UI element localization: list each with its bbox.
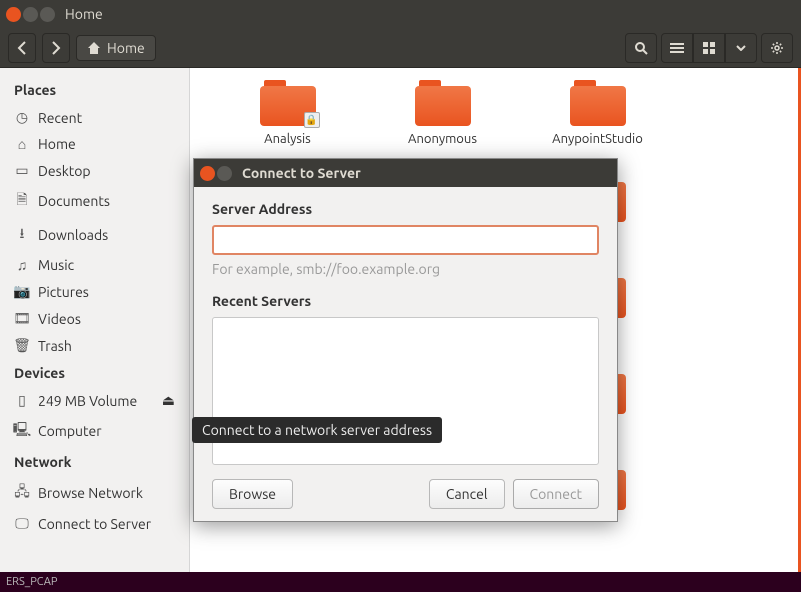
places-heading: Places xyxy=(0,76,189,104)
view-menu-button[interactable] xyxy=(725,33,757,63)
view-grid-button[interactable] xyxy=(693,33,725,63)
clock-icon: ◷ xyxy=(14,109,30,126)
chevron-left-icon xyxy=(17,41,27,55)
window-maximize-button[interactable] xyxy=(40,7,55,22)
folder-item[interactable]: Anonymous xyxy=(365,80,520,146)
sidebar-item-label: Computer xyxy=(38,423,102,439)
network-heading: Network xyxy=(0,448,189,476)
sidebar-item-label: Documents xyxy=(38,193,110,209)
sidebar-item-label: Pictures xyxy=(38,284,89,300)
sidebar: Places ◷ Recent ⌂ Home ▭ Desktop 🗎 Documents… xyxy=(0,68,190,572)
folder-label: Anonymous xyxy=(408,132,477,146)
dialog-minimize-button[interactable] xyxy=(217,166,232,181)
download-icon: ⭳ xyxy=(14,223,30,247)
dialog-close-button[interactable] xyxy=(200,166,215,181)
breadcrumb-label: Home xyxy=(107,40,145,56)
sidebar-item-label: Recent xyxy=(38,110,82,126)
folder-label: Analysis xyxy=(264,132,311,146)
settings-button[interactable] xyxy=(761,33,793,63)
folder-icon: 🔒 xyxy=(260,80,316,126)
document-icon: 🗎 xyxy=(14,189,30,213)
home-icon: ⌂ xyxy=(14,136,30,152)
folder-icon xyxy=(570,80,626,126)
sidebar-item-downloads[interactable]: ⭳ Downloads xyxy=(0,218,189,252)
sidebar-item-videos[interactable]: 🎞 Videos xyxy=(0,305,189,332)
search-icon xyxy=(634,41,648,55)
computer-icon: 🖳 xyxy=(14,419,30,443)
sidebar-item-home[interactable]: ⌂ Home xyxy=(0,131,189,157)
server-address-label: Server Address xyxy=(212,201,599,217)
cancel-button[interactable]: Cancel xyxy=(429,479,505,509)
search-button[interactable] xyxy=(625,33,657,63)
back-button[interactable] xyxy=(8,33,36,63)
recent-servers-label: Recent Servers xyxy=(212,293,599,309)
devices-heading: Devices xyxy=(0,359,189,387)
bottombar-text: ERS_PCAP xyxy=(6,576,58,588)
eject-icon[interactable]: ⏏ xyxy=(162,392,175,409)
server-address-input[interactable] xyxy=(212,225,599,255)
lock-icon: 🔒 xyxy=(304,112,320,128)
home-icon xyxy=(87,41,101,55)
server-address-hint: For example, smb://foo.example.org xyxy=(212,261,599,277)
sidebar-item-pictures[interactable]: 📷 Pictures xyxy=(0,278,189,305)
sidebar-item-label: 249 MB Volume xyxy=(38,393,137,409)
folder-icon xyxy=(415,80,471,126)
camera-icon: 📷 xyxy=(14,283,30,300)
sidebar-item-recent[interactable]: ◷ Recent xyxy=(0,104,189,131)
folder-item[interactable]: AnypointStudio xyxy=(520,80,675,146)
bottombar: ERS_PCAP xyxy=(0,572,801,592)
list-icon xyxy=(670,42,684,54)
chevron-right-icon xyxy=(51,41,61,55)
dialog-titlebar: Connect to Server xyxy=(194,159,617,187)
view-list-button[interactable] xyxy=(661,33,693,63)
connect-server-dialog: Connect to Server Server Address For exa… xyxy=(193,158,618,522)
sidebar-item-label: Music xyxy=(38,257,74,273)
sidebar-item-music[interactable]: ♫ Music xyxy=(0,252,189,278)
trash-icon: 🗑 xyxy=(14,337,30,354)
grid-icon xyxy=(703,42,715,54)
folder-item[interactable]: 🔒 Analysis xyxy=(210,80,365,146)
sidebar-item-label: Connect to Server xyxy=(38,516,151,532)
dialog-window-controls xyxy=(200,166,232,181)
sidebar-item-label: Videos xyxy=(38,311,81,327)
sidebar-item-browse-network[interactable]: 🖧 Browse Network xyxy=(0,476,189,510)
window-titlebar: Home xyxy=(0,0,801,28)
desktop-icon: ▭ xyxy=(14,162,30,179)
toolbar: Home xyxy=(0,28,801,68)
sidebar-item-label: Desktop xyxy=(38,163,91,179)
window-minimize-button[interactable] xyxy=(23,7,38,22)
sidebar-item-label: Downloads xyxy=(38,227,108,243)
folder-label: AnypointStudio xyxy=(552,132,643,146)
window-close-button[interactable] xyxy=(6,7,21,22)
browse-button[interactable]: Browse xyxy=(212,479,293,509)
connect-button[interactable]: Connect xyxy=(513,479,600,509)
video-icon: 🎞 xyxy=(14,310,30,327)
sidebar-item-label: Trash xyxy=(38,338,72,354)
server-icon: 🖵 xyxy=(14,515,30,532)
sidebar-item-computer[interactable]: 🖳 Computer xyxy=(0,414,189,448)
sidebar-item-label: Browse Network xyxy=(38,485,143,501)
dialog-title: Connect to Server xyxy=(242,165,361,181)
window-title: Home xyxy=(65,6,103,22)
tooltip: Connect to a network server address xyxy=(192,417,442,443)
sidebar-item-connect-server[interactable]: 🖵 Connect to Server xyxy=(0,510,189,537)
sidebar-item-volume[interactable]: ▯ 249 MB Volume ⏏ xyxy=(0,387,189,414)
sidebar-item-desktop[interactable]: ▭ Desktop xyxy=(0,157,189,184)
forward-button[interactable] xyxy=(42,33,70,63)
gear-icon xyxy=(770,41,784,55)
window-controls xyxy=(6,7,55,22)
sidebar-item-trash[interactable]: 🗑 Trash xyxy=(0,332,189,359)
drive-icon: ▯ xyxy=(14,392,30,409)
network-icon: 🖧 xyxy=(14,481,30,505)
chevron-down-icon xyxy=(736,45,746,51)
breadcrumb-home[interactable]: Home xyxy=(76,35,156,61)
music-icon: ♫ xyxy=(14,257,30,273)
sidebar-item-label: Home xyxy=(38,136,76,152)
sidebar-item-documents[interactable]: 🗎 Documents xyxy=(0,184,189,218)
